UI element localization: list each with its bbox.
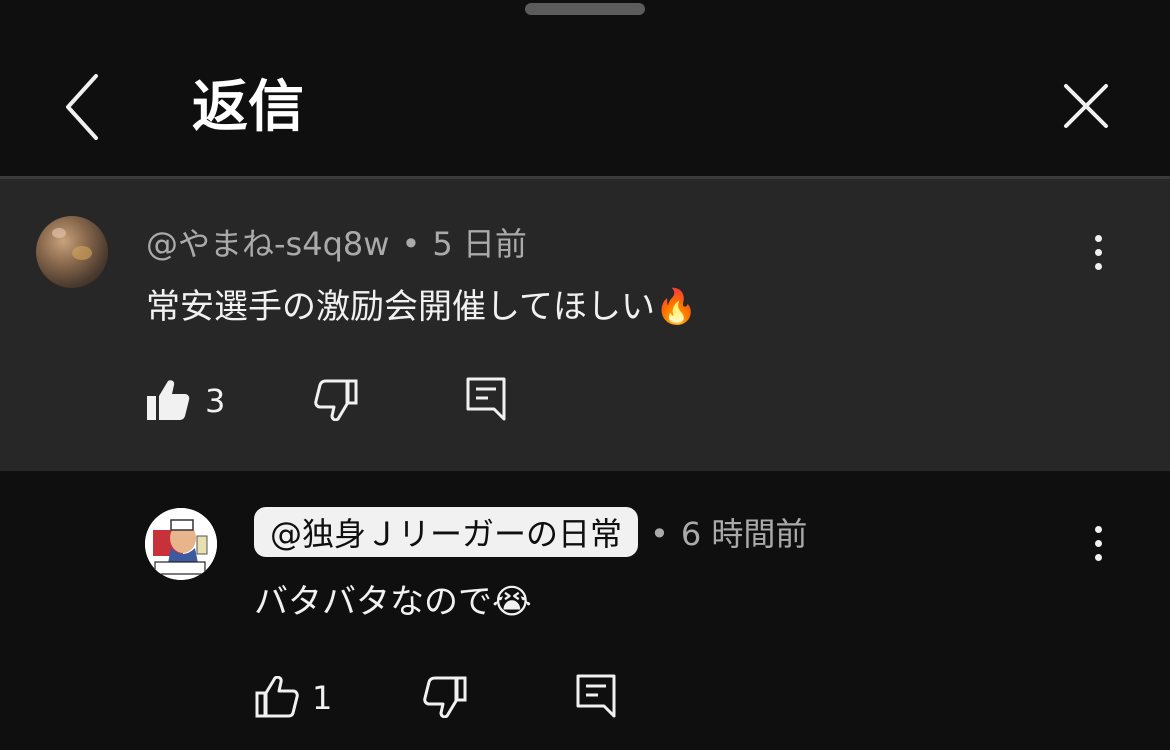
close-button[interactable] (1054, 74, 1118, 138)
dislike-button[interactable] (314, 379, 358, 425)
reply-time: 6 時間前 (680, 515, 808, 553)
comment-text: 常安選手の激励会開催してほしい (146, 287, 655, 327)
chef-avatar-icon (145, 508, 217, 580)
avatar[interactable] (145, 508, 217, 580)
reply-button[interactable] (576, 674, 616, 724)
fire-emoji: 🔥 (654, 287, 698, 327)
thumbs-down-icon (314, 379, 358, 422)
more-vert-icon (1083, 526, 1113, 561)
dislike-button[interactable] (423, 676, 467, 722)
more-options-button[interactable] (1083, 526, 1113, 576)
chevron-left-icon (66, 74, 98, 140)
crying-emoji: 😭 (492, 582, 532, 622)
comment-body: 常安選手の激励会開催してほしい🔥 (146, 279, 697, 328)
close-icon (1064, 84, 1108, 128)
reply-author-chip[interactable]: @独身Ｊリーガーの日常 (254, 507, 639, 557)
thumbs-down-icon (423, 676, 467, 719)
parent-comment: @やまね-s4q8w • 5 日前 常安選手の激励会開催してほしい🔥 3 (0, 179, 1170, 471)
reply-body: バタバタなので😭 (254, 574, 532, 623)
like-button[interactable] (146, 379, 190, 425)
back-button[interactable] (56, 72, 112, 142)
more-vert-icon (1083, 235, 1113, 270)
thumbs-up-icon (255, 675, 299, 718)
thumbs-up-filled-icon (147, 380, 190, 420)
like-button[interactable] (255, 675, 299, 722)
replies-sheet: 返信 @やまね-s4q8w • 5 日前 常安選手の激励会開催してほしい🔥 3 … (0, 0, 1170, 750)
reply-meta: @独身Ｊリーガーの日常 • 6 時間前 (254, 507, 807, 557)
comment-author[interactable]: @やまね-s4q8w (146, 225, 389, 263)
like-count: 3 (205, 382, 226, 420)
reply-icon (576, 674, 616, 718)
reply-button[interactable] (466, 377, 506, 427)
like-count: 1 (312, 679, 333, 717)
page-title: 返信 (192, 75, 304, 140)
drag-handle[interactable] (525, 3, 645, 15)
meta-separator: • (401, 225, 421, 263)
sheet-header: 返信 (0, 28, 1170, 178)
more-options-button[interactable] (1083, 235, 1113, 285)
comment-time: 5 日前 (432, 225, 527, 263)
reply-icon (466, 377, 506, 421)
meta-separator: • (650, 515, 669, 553)
reply-text: バタバタなので (254, 582, 492, 622)
comment-meta: @やまね-s4q8w • 5 日前 (146, 219, 527, 265)
avatar[interactable] (36, 216, 108, 288)
